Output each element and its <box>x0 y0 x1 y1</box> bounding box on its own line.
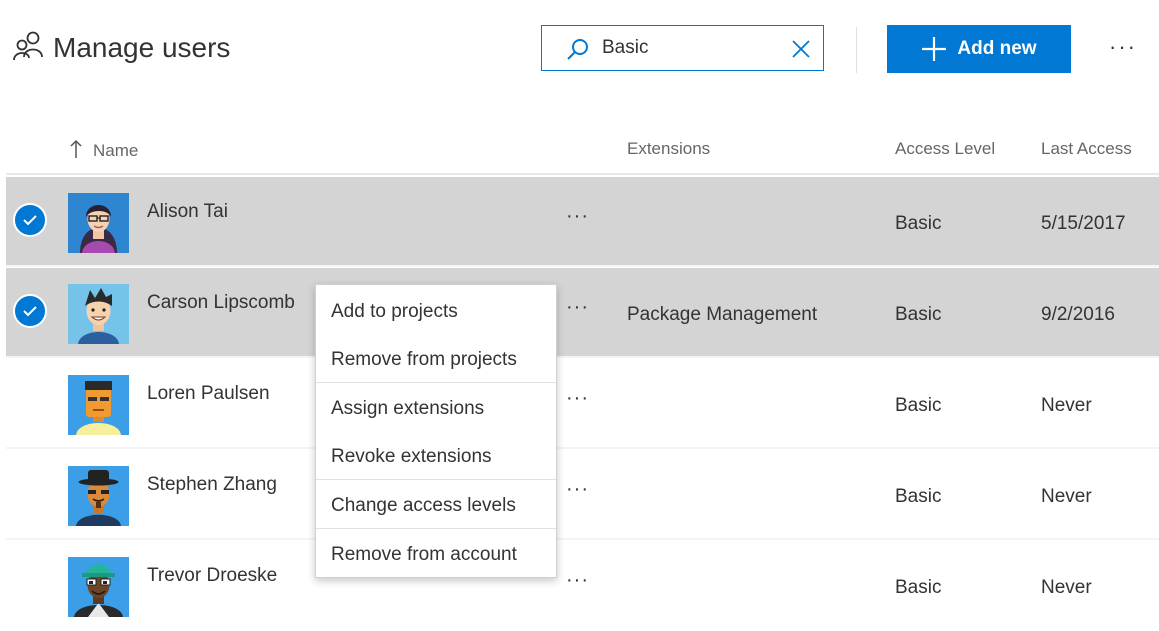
column-header-access-level[interactable]: Access Level <box>895 139 995 159</box>
row-divider <box>6 538 1159 540</box>
menu-divider <box>316 382 556 383</box>
user-name: Trevor Droeske <box>147 565 278 586</box>
avatar <box>68 284 129 344</box>
checkmark-icon[interactable] <box>13 294 47 328</box>
menu-item-remove-from-projects[interactable]: Remove from projects <box>316 338 556 382</box>
user-access-level: Basic <box>895 213 942 234</box>
user-last-access: 9/2/2016 <box>1041 304 1115 325</box>
column-header-extensions[interactable]: Extensions <box>627 139 710 159</box>
more-options-icon[interactable]: ··· <box>566 387 589 410</box>
plus-icon <box>921 36 947 62</box>
more-options-icon[interactable]: ··· <box>566 478 589 501</box>
user-access-level: Basic <box>895 486 942 507</box>
table-row[interactable]: Loren Paulsen ··· Basic Never <box>6 359 1159 449</box>
more-options-icon[interactable]: ··· <box>1109 34 1137 60</box>
menu-item-add-to-projects[interactable]: Add to projects <box>316 290 556 334</box>
table-row[interactable]: Trevor Droeske ··· Basic Never <box>6 541 1159 631</box>
close-icon[interactable] <box>790 38 812 60</box>
avatar <box>68 193 129 253</box>
menu-divider <box>316 528 556 529</box>
user-last-access: Never <box>1041 486 1092 507</box>
row-divider <box>6 356 1159 358</box>
page-title: Manage users <box>53 32 231 63</box>
column-header-last-access[interactable]: Last Access <box>1041 139 1132 159</box>
column-header-name[interactable]: Name <box>93 141 138 161</box>
add-new-button[interactable]: Add new <box>887 25 1071 73</box>
user-access-level: Basic <box>895 577 942 598</box>
menu-item-assign-extensions[interactable]: Assign extensions <box>316 387 556 431</box>
user-name: Alison Tai <box>147 201 228 222</box>
menu-item-change-access-levels[interactable]: Change access levels <box>316 484 556 528</box>
user-name: Carson Lipscomb <box>147 292 295 313</box>
avatar <box>68 466 129 526</box>
user-last-access: Never <box>1041 395 1092 416</box>
context-menu: Add to projects Remove from projects Ass… <box>315 284 557 578</box>
row-divider <box>6 265 1159 267</box>
user-access-level: Basic <box>895 304 942 325</box>
header-divider <box>856 27 857 73</box>
add-new-label: Add new <box>957 38 1037 59</box>
sort-ascending-icon[interactable] <box>68 138 84 160</box>
menu-divider <box>316 479 556 480</box>
menu-item-remove-from-account[interactable]: Remove from account <box>316 533 556 577</box>
search-input[interactable] <box>602 35 777 61</box>
row-divider <box>6 447 1159 449</box>
checkmark-icon[interactable] <box>13 203 47 237</box>
people-icon <box>12 30 46 64</box>
user-last-access: 5/15/2017 <box>1041 213 1126 234</box>
more-options-icon[interactable]: ··· <box>566 296 589 319</box>
search-icon <box>566 38 590 62</box>
table-row[interactable]: Stephen Zhang ··· Basic Never <box>6 450 1159 540</box>
user-last-access: Never <box>1041 577 1092 598</box>
user-name: Stephen Zhang <box>147 474 277 495</box>
user-access-level: Basic <box>895 395 942 416</box>
avatar <box>68 557 129 617</box>
search-box[interactable] <box>541 25 824 71</box>
more-options-icon[interactable]: ··· <box>566 205 589 228</box>
avatar <box>68 375 129 435</box>
table-row[interactable]: Carson Lipscomb ··· Package Management B… <box>6 268 1159 358</box>
header-divider-line <box>6 173 1159 175</box>
user-name: Loren Paulsen <box>147 383 270 404</box>
more-options-icon[interactable]: ··· <box>566 569 589 592</box>
table-row[interactable]: Alison Tai ··· Basic 5/15/2017 <box>6 177 1159 267</box>
menu-item-revoke-extensions[interactable]: Revoke extensions <box>316 435 556 479</box>
user-extensions: Package Management <box>627 304 818 325</box>
